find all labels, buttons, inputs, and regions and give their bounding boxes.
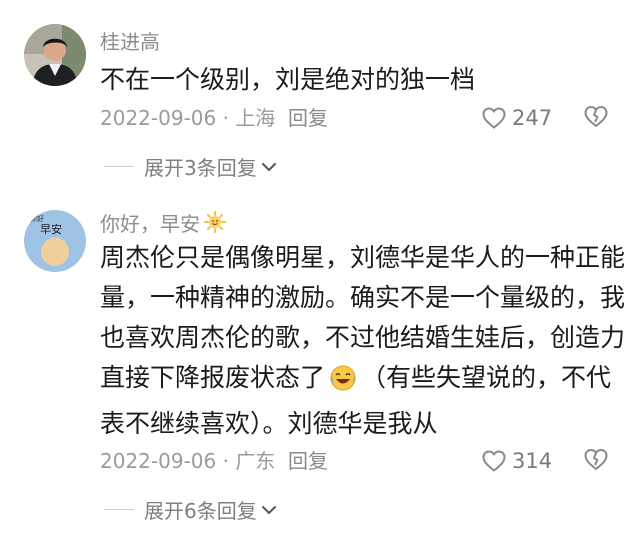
meta-separator: · [222,106,229,130]
comment-item: 你好 早安 你好，早安 周杰伦只是偶像明星，刘德华是华人的一种正能 量，一种精神… [0,192,640,539]
username[interactable]: 桂进高 [100,29,160,55]
divider-dash [104,509,134,510]
laugh-cry-emoji-icon [329,364,357,404]
user-avatar[interactable] [24,24,86,86]
broken-heart-icon [584,105,608,128]
avatar-text: 早安 [40,222,62,236]
comment-date: 2022-09-06 [100,449,217,473]
chevron-down-icon [261,162,276,171]
comment-text: 周杰伦只是偶像明星，刘德华是华人的一种正能 量，一种精神的激励。确实不是一个量级… [100,243,626,438]
heart-icon [482,107,506,129]
user-avatar[interactable]: 你好 早安 [24,210,86,272]
hand-greeting-avatar-icon: 你好 早安 [24,210,86,272]
comment-location: 上海 [235,106,276,130]
like-button[interactable]: 314 [482,448,552,474]
avatar-text: 你好 [30,214,44,223]
username[interactable]: 你好，早安 [100,211,226,239]
expand-replies-label: 展开3条回复 [144,156,257,180]
dislike-button[interactable] [584,448,608,474]
like-button[interactable]: 247 [482,105,552,131]
person-photo-avatar-icon [24,24,86,86]
like-count: 314 [512,449,553,473]
expand-replies-label: 展开6条回复 [144,499,257,523]
comment-meta: 2022-09-06 · 上海 回复 [100,105,328,131]
expand-replies-button[interactable]: 展开6条回复 [104,495,277,524]
chevron-down-icon [261,505,276,514]
sun-emoji-icon [204,211,226,239]
comment-item: 桂进高 不在一个级别，刘是绝对的独一档 2022-09-06 · 上海 回复 2… [0,0,640,192]
heart-icon [482,450,506,472]
divider-dash [104,166,134,167]
comment-date: 2022-09-06 [100,106,217,130]
broken-heart-icon [584,448,608,471]
reply-button[interactable]: 回复 [288,105,328,131]
comment-location: 广东 [235,449,276,473]
dislike-button[interactable] [584,105,608,131]
expand-replies-button[interactable]: 展开3条回复 [104,152,277,181]
reply-button[interactable]: 回复 [288,448,328,474]
like-count: 247 [512,106,553,130]
meta-separator: · [222,449,229,473]
comment-text: 不在一个级别，刘是绝对的独一档 [100,65,476,94]
comment-meta: 2022-09-06 · 广东 回复 [100,448,328,474]
